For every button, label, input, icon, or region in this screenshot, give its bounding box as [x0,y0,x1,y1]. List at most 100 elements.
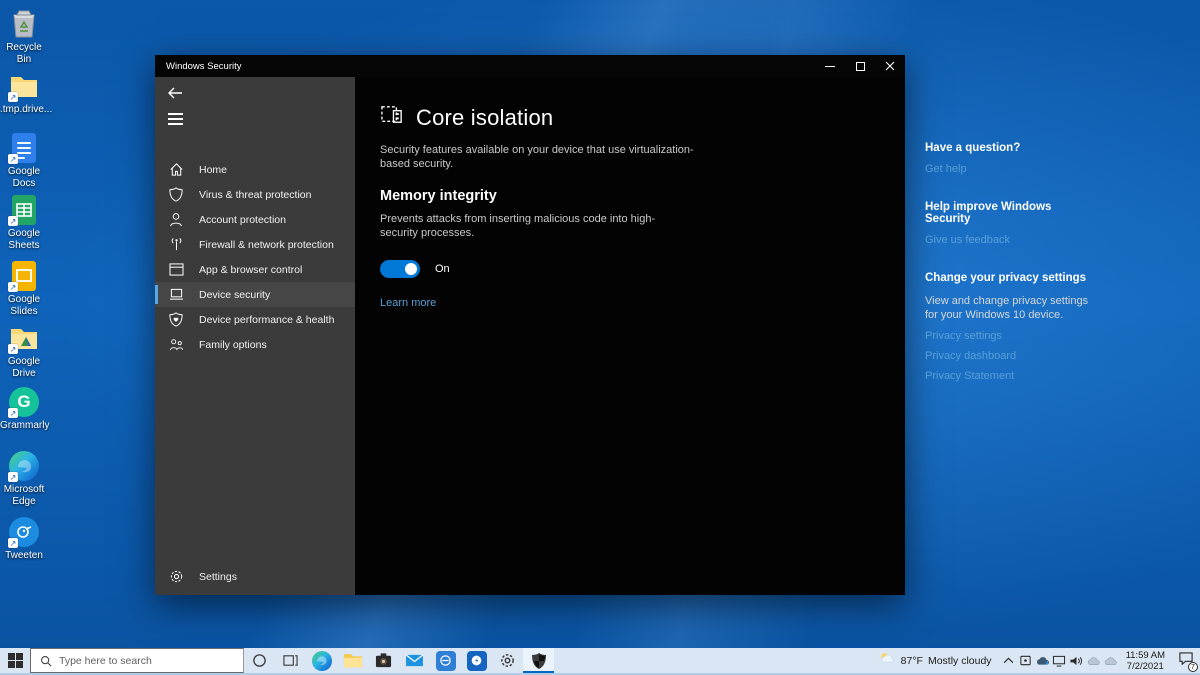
tweeten-icon: ↗ [7,516,41,548]
taskbar-mail[interactable] [399,648,430,673]
taskbar-clock[interactable]: 11:59 AM 7/2/2021 [1119,650,1172,672]
have-a-question-heading: Have a question? [925,142,1097,154]
shortcut-arrow-badge: ↗ [8,282,18,292]
sidebar-item-device-performance-health[interactable]: Device performance & health [155,307,355,332]
learn-more-link[interactable]: Learn more [380,297,436,309]
sidebar-item-settings[interactable]: Settings [155,564,355,589]
sidebar-item-family-options[interactable]: Family options [155,332,355,357]
section-description: Prevents attacks from inserting maliciou… [380,212,680,240]
taskbar-file-explorer[interactable] [337,648,368,673]
privacy-dashboard-link[interactable]: Privacy dashboard [925,350,1097,362]
taskbar-edge[interactable] [306,648,337,673]
sidebar-item-virus-threat-protection[interactable]: Virus & threat protection [155,182,355,207]
shortcut-arrow-badge: ↗ [8,216,18,226]
privacy-settings-link[interactable]: Privacy settings [925,330,1097,342]
task-view-icon [283,653,298,668]
desktop-icon-google-sheets[interactable]: ↗ Google Sheets [0,194,48,252]
shortcut-arrow-badge: ↗ [8,408,18,418]
desktop-icon-label: Google Slides [0,294,48,318]
sidebar-item-account-protection[interactable]: Account protection [155,207,355,232]
desktop-icon-grammarly[interactable]: G ↗ Grammarly [0,386,48,432]
taskbar-app-globe[interactable] [461,648,492,673]
tray-cloud-icon-2[interactable] [1102,656,1119,666]
tray-cloud-icon-1[interactable] [1085,656,1102,666]
home-icon [168,162,184,178]
sidebar-item-label: Family options [199,339,267,351]
sidebar-item-firewall-network-protection[interactable]: Firewall & network protection [155,232,355,257]
camera-icon [374,652,393,669]
desktop-icon-label: Google Sheets [0,228,48,252]
taskbar-windows-security[interactable] [523,648,554,673]
windows-logo-icon [8,653,23,668]
sidebar-item-label: Device performance & health [199,314,334,326]
back-button[interactable] [155,77,355,105]
tray-volume-icon[interactable] [1068,655,1085,667]
taskbar-app-circle[interactable] [430,648,461,673]
desktop-wallpaper: Recycle Bin ↗ .tmp.drive... ↗ Google Doc… [0,0,1200,675]
desktop-icon-tmp-drive[interactable]: ↗ .tmp.drive... [0,70,48,116]
sidebar-item-device-security[interactable]: Device security [155,282,355,307]
close-icon [885,61,895,71]
give-feedback-link[interactable]: Give us feedback [925,234,1097,246]
google-slides-icon: ↗ [7,260,41,292]
google-docs-icon: ↗ [7,132,41,164]
sidebar-nav: Home Virus & threat protection Account p… [155,157,355,357]
volume-icon [1069,655,1083,667]
weather-widget[interactable]: 87°F Mostly cloudy [871,651,1000,670]
close-button[interactable] [875,55,905,77]
desktop-icon-label: Tweeten [0,550,48,562]
get-help-link[interactable]: Get help [925,163,1097,175]
cortana-button[interactable] [244,648,275,673]
window-titlebar[interactable]: Windows Security [155,55,905,77]
desktop-icon-google-docs[interactable]: ↗ Google Docs [0,132,48,190]
start-button[interactable] [0,648,30,673]
sidebar-item-label: Settings [199,571,237,583]
shortcut-arrow-badge: ↗ [8,154,18,164]
recycle-bin-icon [7,8,41,40]
shield-icon [168,187,184,203]
action-center-button[interactable]: 7 [1172,651,1200,671]
sidebar-item-home[interactable]: Home [155,157,355,182]
main-content: Core isolation Security features availab… [355,77,905,595]
taskbar: Type here to search [0,648,1200,675]
desktop-icon-recycle-bin[interactable]: Recycle Bin [0,8,48,66]
page-description: Security features available on your devi… [380,143,698,171]
tray-onedrive-icon[interactable] [1034,655,1051,666]
minimize-button[interactable] [815,55,845,77]
desktop-icon-microsoft-edge[interactable]: ↗ Microsoft Edge [0,450,48,508]
toggle-knob [405,263,417,275]
tray-update-icon[interactable] [1017,654,1034,667]
shortcut-arrow-badge: ↗ [8,92,18,102]
desktop-icon-label: .tmp.drive... [0,104,48,116]
sidebar-item-app-browser-control[interactable]: App & browser control [155,257,355,282]
sidebar-item-label: Home [199,164,227,176]
tray-chevron-up[interactable] [1000,657,1017,664]
clock-time: 11:59 AM [1126,650,1165,661]
file-explorer-icon [343,652,363,669]
circle-dash-app-icon [436,651,456,671]
desktop-icon-google-drive[interactable]: ↗ Google Drive [0,322,48,380]
privacy-statement-link[interactable]: Privacy Statement [925,370,1097,382]
taskbar-search[interactable]: Type here to search [30,648,244,673]
maximize-button[interactable] [845,55,875,77]
task-view-button[interactable] [275,648,306,673]
core-isolation-icon [380,103,405,133]
desktop-icon-label: Recycle Bin [0,42,48,66]
shortcut-arrow-badge: ↗ [8,472,18,482]
menu-button[interactable] [155,105,355,131]
desktop-icon-google-slides[interactable]: ↗ Google Slides [0,260,48,318]
system-tray: 87°F Mostly cloudy [871,648,1200,673]
search-icon [40,655,52,667]
windows-security-shield-icon [531,652,547,670]
tray-network-icon[interactable] [1051,655,1068,667]
family-icon [168,337,184,353]
grammarly-icon: G ↗ [7,386,41,418]
notification-badge: 7 [1188,662,1198,672]
desktop-icon-tweeten[interactable]: ↗ Tweeten [0,516,48,562]
memory-integrity-toggle[interactable] [380,260,420,278]
privacy-settings-heading: Change your privacy settings [925,272,1097,284]
maximize-icon [856,62,865,71]
taskbar-settings[interactable] [492,648,523,673]
taskbar-camera[interactable] [368,648,399,673]
sidebar: Home Virus & threat protection Account p… [155,77,355,595]
